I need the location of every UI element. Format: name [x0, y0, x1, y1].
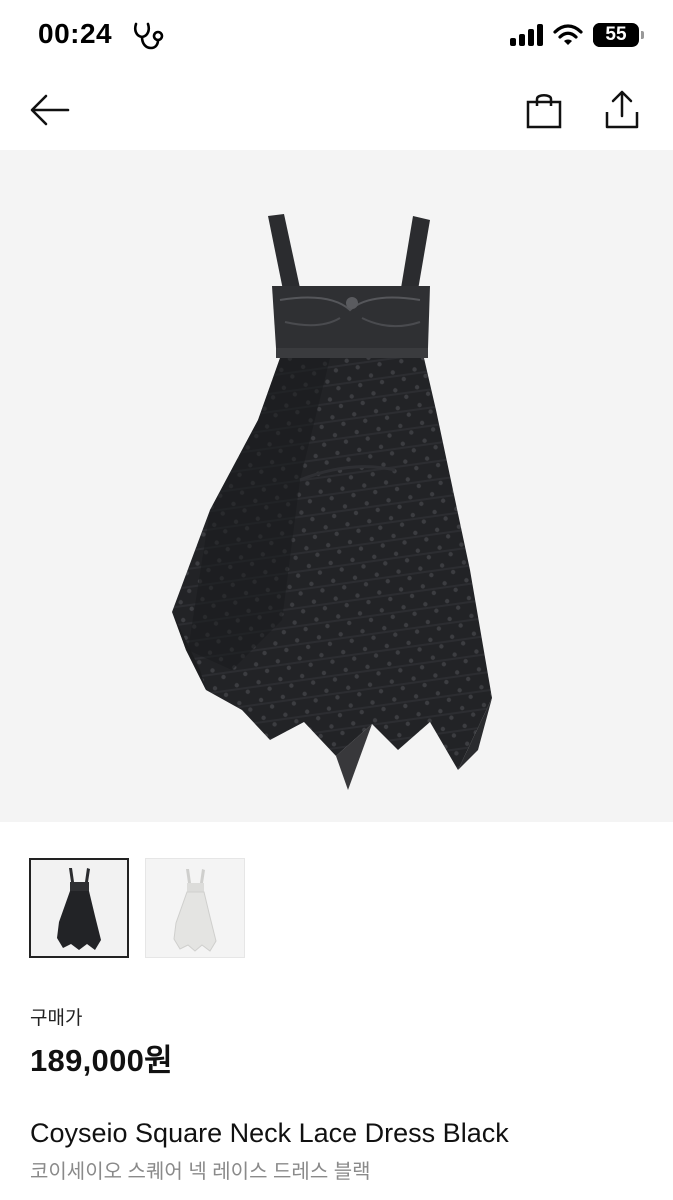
product-name: Coyseio Square Neck Lace Dress Black [30, 1118, 509, 1148]
product-name-korean: 코이세이오 스퀘어 넥 레이스 드레스 블랙 [30, 1161, 371, 1183]
health-stethoscope-icon [133, 22, 164, 50]
wifi-icon [553, 24, 583, 45]
share-icon [605, 90, 639, 129]
back-button[interactable] [26, 88, 74, 132]
white-dress-thumbnail-image [146, 859, 244, 957]
back-arrow-icon [30, 94, 70, 126]
black-dress-thumbnail-image [31, 860, 127, 956]
price-value: 189,000원 [30, 1043, 173, 1078]
product-image[interactable] [0, 150, 673, 822]
status-indicators: 55 [510, 20, 644, 50]
status-time: 00:24 [38, 18, 113, 49]
white-dress-thumbnail[interactable] [145, 858, 245, 958]
price-label: 구매가 [30, 1008, 83, 1029]
thumbnail-strip [29, 858, 245, 958]
battery-level: 55 [605, 24, 627, 45]
shopping-bag-button[interactable] [520, 86, 568, 134]
status-bar: 00:24 55 [0, 0, 673, 70]
shopping-bag-icon [526, 94, 562, 129]
share-button[interactable] [598, 86, 646, 134]
battery-icon: 55 [593, 23, 644, 47]
black-dress-thumbnail[interactable] [29, 858, 129, 958]
black-dress-image [172, 214, 492, 790]
nav-bar [0, 70, 673, 150]
cellular-signal-icon [510, 24, 543, 46]
